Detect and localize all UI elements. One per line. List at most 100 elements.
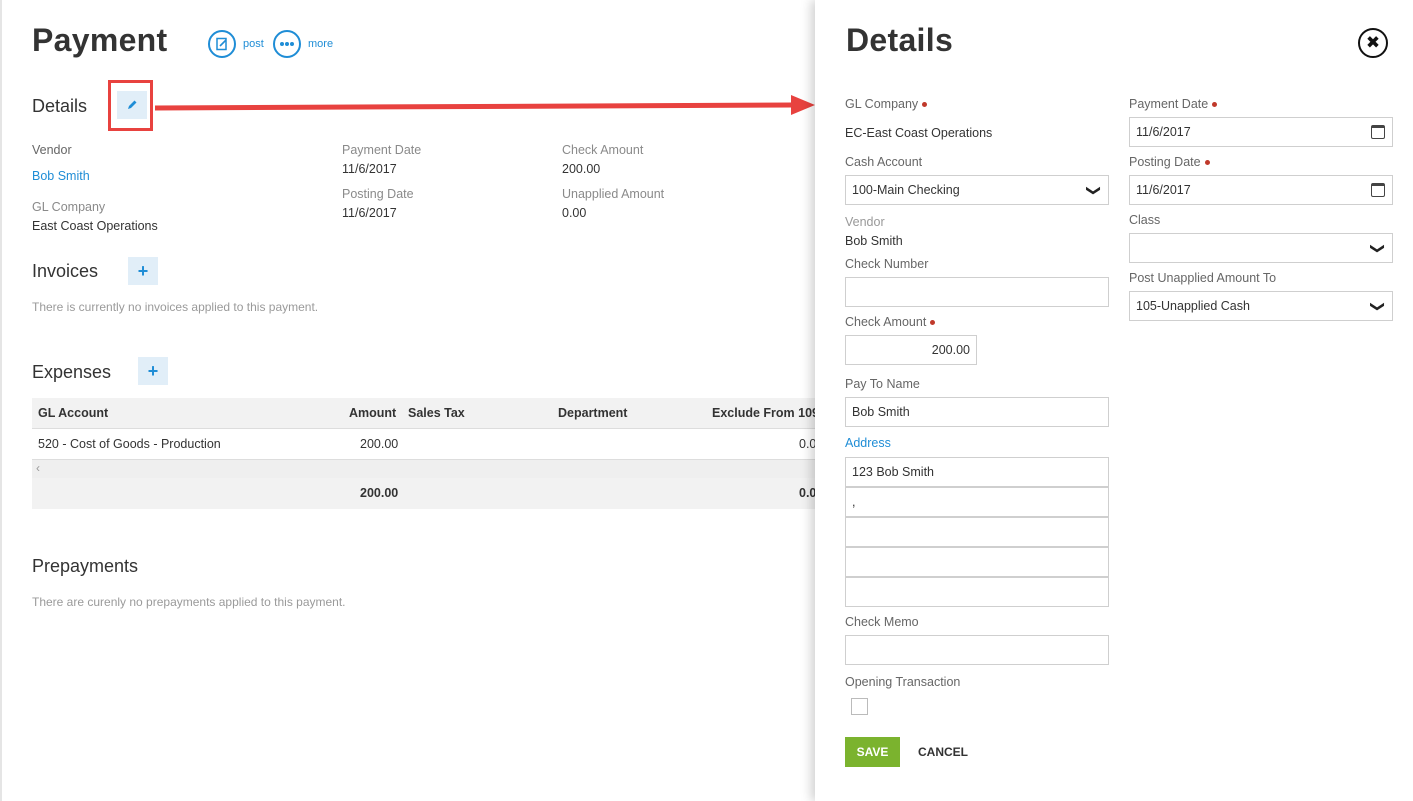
cancel-button[interactable]: CANCEL: [918, 745, 968, 759]
address-line-5-input[interactable]: [845, 577, 1109, 607]
exclude-total: 0.0: [799, 486, 815, 500]
required-indicator: [1204, 160, 1210, 166]
required-indicator: [1212, 102, 1218, 108]
check-amount-input[interactable]: 200.00: [845, 335, 977, 365]
cash-account-select[interactable]: 100-Main Checking ❯: [845, 175, 1109, 205]
payment-date-input[interactable]: 11/6/2017: [1129, 117, 1393, 147]
check-amount-label: Check Amount: [562, 143, 644, 157]
add-invoice-button[interactable]: +: [128, 257, 158, 285]
exclude-cell: 0.0: [799, 437, 815, 451]
details-edit-panel: Details ✖ GL Company EC-East Coast Opera…: [815, 0, 1413, 801]
check-memo-label: Check Memo: [845, 615, 919, 629]
vendor-field-value: Bob Smith: [845, 234, 903, 248]
horizontal-scrollbar[interactable]: ‹: [32, 460, 815, 478]
table-row[interactable]: 520 - Cost of Goods - Production 200.00 …: [32, 429, 815, 460]
opening-transaction-label: Opening Transaction: [845, 675, 961, 689]
plus-icon: +: [147, 360, 159, 381]
address-line-1-input[interactable]: 123 Bob Smith: [845, 457, 1109, 487]
address-line-4-input[interactable]: [845, 547, 1109, 577]
annotation-arrow: [155, 95, 815, 115]
check-amount-value: 200.00: [562, 162, 601, 176]
cash-account-value: 100-Main Checking: [852, 183, 960, 197]
posting-date-field-label: Posting Date: [1129, 155, 1210, 169]
payment-date-label: Payment Date: [342, 143, 422, 157]
chevron-down-icon: ❯: [1086, 184, 1103, 197]
scroll-left-icon[interactable]: ‹: [36, 461, 40, 475]
post-unapplied-select[interactable]: 105-Unapplied Cash ❯: [1129, 291, 1393, 321]
opening-transaction-checkbox[interactable]: [851, 698, 868, 715]
chevron-down-icon: ❯: [1370, 300, 1387, 313]
plus-icon: +: [137, 260, 149, 281]
column-header-department[interactable]: Department: [558, 406, 627, 420]
pay-to-name-label: Pay To Name: [845, 377, 920, 391]
required-indicator: [922, 102, 928, 108]
close-icon: ✖: [1365, 33, 1381, 52]
post-label[interactable]: post: [243, 38, 264, 50]
column-header-amount[interactable]: Amount: [349, 406, 396, 420]
details-title: Details: [32, 96, 88, 116]
save-button[interactable]: SAVE: [845, 737, 900, 767]
prepayments-title: Prepayments: [32, 556, 139, 576]
post-unapplied-label: Post Unapplied Amount To: [1129, 271, 1277, 285]
column-header-sales-tax[interactable]: Sales Tax: [408, 406, 465, 420]
window-edge: [0, 0, 2, 801]
gl-company-field-label: GL Company: [845, 97, 928, 111]
chevron-down-icon: ❯: [1370, 242, 1387, 255]
post-icon: [216, 37, 227, 51]
check-number-input[interactable]: [845, 277, 1109, 307]
amount-total: 200.00: [360, 486, 399, 500]
column-header-gl-account[interactable]: GL Account: [38, 406, 108, 420]
close-panel-button[interactable]: ✖: [1358, 28, 1388, 58]
vendor-label: Vendor: [32, 143, 72, 157]
calendar-icon[interactable]: [1371, 125, 1385, 139]
class-select[interactable]: ❯: [1129, 233, 1393, 263]
add-expense-button[interactable]: +: [138, 357, 168, 385]
gl-company-label: GL Company: [32, 200, 106, 214]
post-unapplied-value: 105-Unapplied Cash: [1136, 299, 1250, 313]
unapplied-amount-value: 0.00: [562, 206, 587, 220]
post-button[interactable]: [208, 30, 236, 58]
column-header-exclude-1099[interactable]: Exclude From 109: [712, 406, 815, 420]
more-label[interactable]: more: [308, 38, 333, 50]
page-title: Payment: [32, 22, 168, 58]
posting-date-input[interactable]: 11/6/2017: [1129, 175, 1393, 205]
payment-date-label-text: Payment Date: [1129, 97, 1209, 111]
gl-account-cell: 520 - Cost of Goods - Production: [38, 437, 221, 451]
check-number-label: Check Number: [845, 257, 929, 271]
cash-account-label: Cash Account: [845, 155, 923, 169]
expenses-title: Expenses: [32, 362, 112, 382]
table-header: GL Account Amount Sales Tax Department E…: [32, 398, 815, 429]
payment-page: Payment post more Details Vendor Bob Smi…: [0, 0, 815, 801]
invoices-title: Invoices: [32, 261, 99, 281]
pay-to-name-input[interactable]: Bob Smith: [845, 397, 1109, 427]
payment-date-value: 11/6/2017: [1136, 125, 1191, 139]
class-label: Class: [1129, 213, 1161, 227]
posting-date-label: Posting Date: [342, 187, 414, 201]
posting-date-value: 11/6/2017: [1136, 183, 1191, 197]
vendor-field-label: Vendor: [845, 215, 885, 229]
panel-title: Details: [846, 22, 954, 58]
gl-company-field-value: EC-East Coast Operations: [845, 126, 993, 140]
gl-company-label-text: GL Company: [845, 97, 919, 111]
payment-date-value: 11/6/2017: [342, 162, 397, 176]
address-link[interactable]: Address: [845, 436, 891, 450]
check-amount-label-text: Check Amount: [845, 315, 927, 329]
table-footer: 200.00 0.0: [32, 478, 815, 509]
posting-date-label-text: Posting Date: [1129, 155, 1201, 169]
calendar-icon[interactable]: [1371, 183, 1385, 197]
address-line-3-input[interactable]: [845, 517, 1109, 547]
gl-company-value: East Coast Operations: [32, 219, 158, 233]
amount-cell: 200.00: [360, 437, 399, 451]
more-icon: [280, 42, 294, 46]
unapplied-amount-label: Unapplied Amount: [562, 187, 665, 201]
more-button[interactable]: [273, 30, 301, 58]
vendor-link[interactable]: Bob Smith: [32, 169, 90, 183]
check-amount-field-label: Check Amount: [845, 315, 936, 329]
required-indicator: [930, 320, 936, 326]
check-memo-input[interactable]: [845, 635, 1109, 665]
payment-date-field-label: Payment Date: [1129, 97, 1218, 111]
invoices-empty-message: There is currently no invoices applied t…: [32, 300, 319, 314]
edit-highlight-box: [108, 80, 153, 131]
address-line-2-input[interactable]: ,: [845, 487, 1109, 517]
prepayments-empty-message: There are curenly no prepayments applied…: [32, 595, 346, 609]
